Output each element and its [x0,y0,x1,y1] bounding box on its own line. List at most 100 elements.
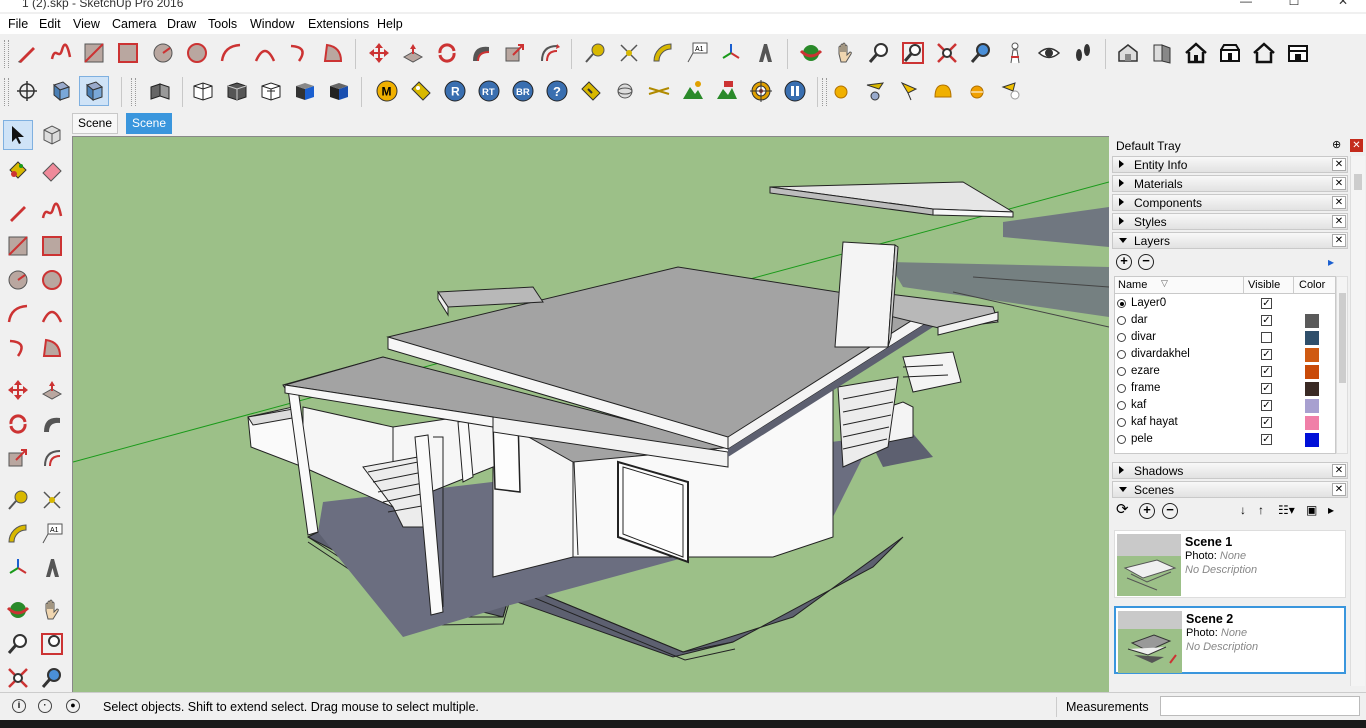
visible-checkbox[interactable]: ✓ [1261,349,1272,360]
circle-icon[interactable] [148,38,178,68]
shaded-textures-icon[interactable] [324,76,354,106]
rotate-icon[interactable] [432,38,462,68]
push-pull-icon[interactable] [398,38,428,68]
visible-checkbox[interactable]: ✓ [1261,383,1272,394]
ruby-br-icon[interactable]: BR [508,76,538,106]
visible-checkbox[interactable]: ✓ [1261,400,1272,411]
lines-icon[interactable] [644,76,674,106]
zoom-icon[interactable] [3,629,33,659]
layer-row[interactable]: divardakhel ✓ [1117,347,1335,364]
zoom-extents-icon[interactable] [3,663,33,693]
axes-icon[interactable] [716,38,746,68]
3d-text-icon[interactable] [37,553,67,583]
tape-measure-icon[interactable] [580,38,610,68]
visible-checkbox[interactable]: ✓ [1261,366,1272,377]
freehand-icon[interactable] [37,197,67,227]
rectangle-icon[interactable] [79,38,109,68]
zoom-extents-icon[interactable] [932,38,962,68]
zoom-window-icon[interactable] [37,629,67,659]
menu-help[interactable]: Help [377,17,403,31]
2pt-arc-icon[interactable] [37,299,67,329]
layout-icon[interactable] [1283,38,1313,68]
display-cuts-icon[interactable] [79,76,109,106]
layer-row[interactable]: Layer0 ✓ [1117,296,1335,313]
active-layer-radio[interactable] [1117,333,1126,342]
active-layer-radio[interactable] [1117,401,1126,410]
polygon-icon[interactable] [182,38,212,68]
close-panel-icon[interactable]: ✕ [1332,483,1346,496]
eraser-icon[interactable] [37,155,67,185]
rotated-rectangle-icon[interactable] [37,231,67,261]
active-layer-radio[interactable] [1117,435,1126,444]
previous-view-icon[interactable] [966,38,996,68]
close-panel-icon[interactable]: ✕ [1332,158,1346,171]
zoom-icon[interactable] [864,38,894,68]
terrain-icon[interactable] [712,76,742,106]
spot-light-icon[interactable] [860,76,890,106]
close-panel-icon[interactable]: ✕ [1332,215,1346,228]
layer-row[interactable]: frame ✓ [1117,381,1335,398]
ruby-r-icon[interactable]: R [440,76,470,106]
circle-icon[interactable] [3,265,33,295]
layer-color-swatch[interactable] [1305,399,1319,413]
menu-file[interactable]: File [8,17,28,31]
sphere-icon[interactable] [610,76,640,106]
home-icon[interactable] [1181,38,1211,68]
shaded-icon[interactable] [290,76,320,106]
scale-icon[interactable] [500,38,530,68]
pin-icon[interactable]: ⊕ [1332,138,1341,151]
layer-color-swatch[interactable] [1305,382,1319,396]
layer-color-swatch[interactable] [1305,314,1319,328]
show-details-icon[interactable]: ▣ [1306,503,1317,517]
toolbar-grip[interactable] [131,78,136,106]
position-camera-icon[interactable] [1000,38,1030,68]
menu-view[interactable]: View [73,17,100,31]
dimension-icon[interactable] [614,38,644,68]
move-scene-down-icon[interactable]: ↓ [1240,503,1246,517]
model-viewport[interactable] [72,136,1109,692]
panel-scenes[interactable]: Scenes [1112,481,1348,498]
paint-bucket-icon[interactable] [3,155,33,185]
hidden-line-icon[interactable] [256,76,286,106]
close-panel-icon[interactable]: ✕ [1332,177,1346,190]
tab-scene-2[interactable]: Scene 2 [126,113,173,149]
offset-icon[interactable] [534,38,564,68]
section-plane-icon[interactable] [12,76,42,106]
orbit-icon[interactable] [796,38,826,68]
move-icon[interactable] [364,38,394,68]
layer-details-icon[interactable]: ▸ [1328,255,1342,269]
credits-icon[interactable]: ● [66,699,80,713]
menu-camera[interactable]: Camera [112,17,156,31]
warehouse-icon[interactable] [1113,38,1143,68]
tag-icon[interactable] [406,76,436,106]
active-layer-radio[interactable] [1117,299,1126,308]
maximize-button[interactable]: ☐ [1271,0,1317,12]
panel-materials[interactable]: Materials [1112,175,1348,192]
active-layer-radio[interactable] [1117,350,1126,359]
layer-row[interactable]: kaf ✓ [1117,398,1335,415]
point-light-icon[interactable] [894,76,924,106]
wireframe-icon[interactable] [222,76,252,106]
menu-draw[interactable]: Draw [167,17,196,31]
dimension-icon[interactable] [37,485,67,515]
rectangle-icon[interactable] [3,231,33,261]
protractor-icon[interactable] [648,38,678,68]
axes-icon[interactable] [3,553,33,583]
add-layer-icon[interactable]: + [1116,254,1132,270]
toolbar-grip[interactable] [4,40,9,68]
tape-measure-icon[interactable] [3,485,33,515]
layer-row[interactable]: dar ✓ [1117,313,1335,330]
pan-icon[interactable] [830,38,860,68]
help-icon[interactable]: ? [542,76,572,106]
move-scene-up-icon[interactable]: ↑ [1258,503,1264,517]
visible-checkbox[interactable] [1261,332,1272,343]
back-edges-icon[interactable] [188,76,218,106]
orbit-icon[interactable] [3,595,33,625]
extension-warehouse-icon[interactable] [1147,38,1177,68]
target-icon[interactable] [746,76,776,106]
scrollbar-thumb[interactable] [1339,293,1346,383]
follow-me-icon[interactable] [466,38,496,68]
rotate-icon[interactable] [3,409,33,439]
layer-row[interactable]: kaf hayat ✓ [1117,415,1335,432]
rotated-rectangle-icon[interactable] [113,38,143,68]
